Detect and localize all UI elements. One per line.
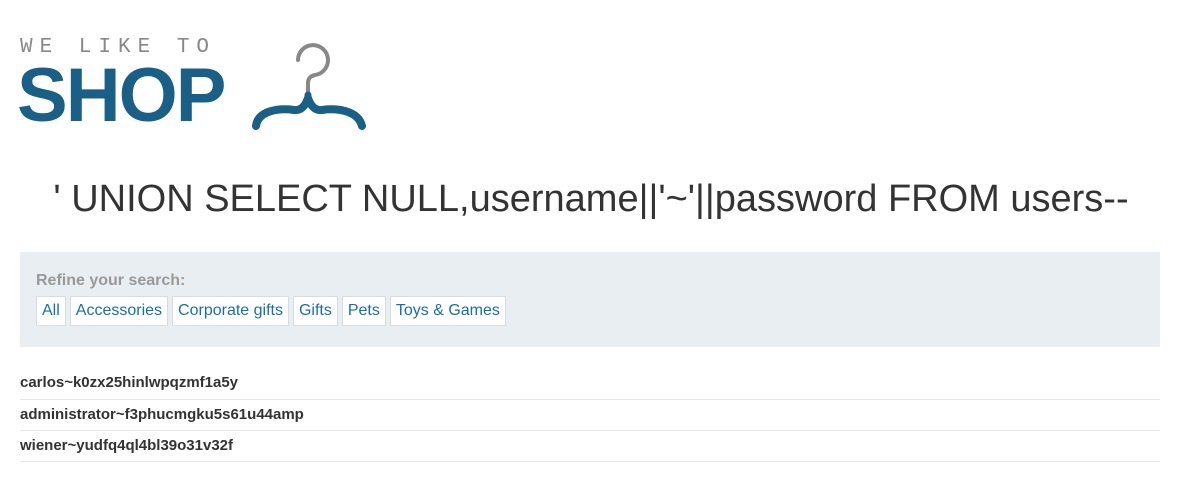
filter-link-corporate-gifts[interactable]: Corporate gifts xyxy=(172,296,289,326)
table-row: administrator~f3phucmgku5s61u44amp xyxy=(20,400,1160,431)
filter-list: All Accessories Corporate gifts Gifts Pe… xyxy=(36,296,506,326)
filter-title: Refine your search: xyxy=(36,272,186,289)
filter-link-accessories[interactable]: Accessories xyxy=(69,296,169,326)
logo-wordmark: SHOP xyxy=(17,53,226,138)
filter-link-toys-games[interactable]: Toys & Games xyxy=(389,296,506,326)
filter-link-pets[interactable]: Pets xyxy=(341,296,386,326)
hanger-icon xyxy=(252,43,366,130)
table-row: wiener~yudfq4ql4bl39o31v32f xyxy=(20,431,1160,462)
table-row: carlos~k0zx25hinlwpqzmf1a5y xyxy=(20,368,1160,400)
shop-logo[interactable]: WE LIKE TO SHOP xyxy=(17,36,380,138)
results-table: carlos~k0zx25hinlwpqzmf1a5y administrato… xyxy=(20,368,1160,462)
filter-link-all[interactable]: All xyxy=(36,296,66,326)
filter-panel: Refine your search: All Accessories Corp… xyxy=(20,252,1160,347)
page-title: ' UNION SELECT NULL,username||'~'||passw… xyxy=(53,178,1129,220)
filter-link-gifts[interactable]: Gifts xyxy=(292,296,338,326)
